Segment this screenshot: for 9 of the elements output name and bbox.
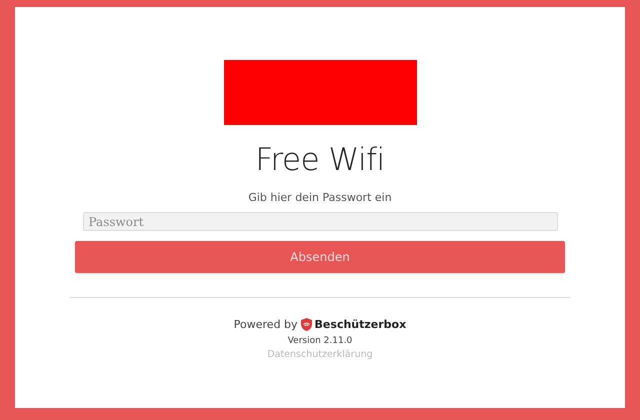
password-field[interactable]: Passwort: [82, 212, 558, 231]
page-title: Free Wifi: [255, 141, 385, 179]
powered-by-label: Powered by: [234, 318, 298, 331]
brand-name: Beschützerbox: [314, 318, 406, 331]
version-label: Version 2.11.0: [288, 336, 352, 346]
privacy-link[interactable]: Datenschutzerklärung: [267, 349, 373, 360]
submit-button[interactable]: Absenden: [75, 241, 565, 273]
password-prompt: Gib hier dein Passwort ein: [248, 191, 392, 205]
shield-icon: [300, 318, 312, 331]
